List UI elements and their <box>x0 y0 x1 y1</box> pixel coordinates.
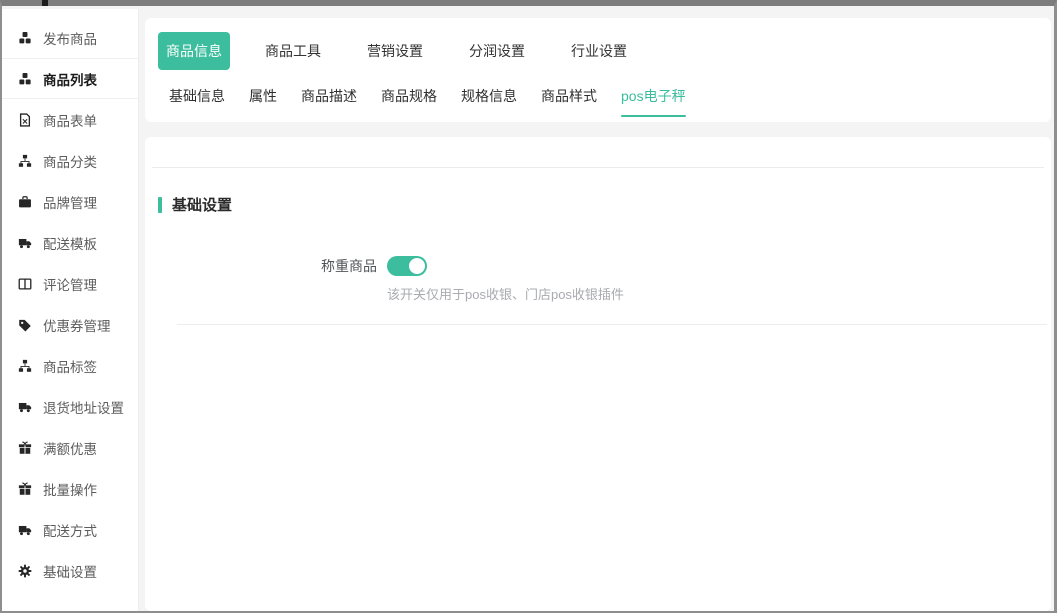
category-icon <box>17 153 33 169</box>
sidebar-item-label: 商品列表 <box>43 69 97 89</box>
sidebar-item-goods-category[interactable]: 商品分类 <box>2 140 138 181</box>
window-frame-tick <box>42 0 48 6</box>
tab-goods-info[interactable]: 商品信息 <box>158 32 230 70</box>
gift-icon <box>17 440 33 456</box>
sidebar-item-delivery-method[interactable]: 配送方式 <box>2 509 138 550</box>
sidebar-item-comment-manage[interactable]: 评论管理 <box>2 263 138 304</box>
tabs-card: 商品信息 商品工具 营销设置 分润设置 行业设置 基础信息 属性 商品描述 商品… <box>145 18 1051 122</box>
sidebar-item-coupon-manage[interactable]: 优惠券管理 <box>2 304 138 345</box>
sidebar-item-brand-manage[interactable]: 品牌管理 <box>2 181 138 222</box>
sidebar-menu: 发布商品 商品列表 商品表单 商品分类 品牌管理 配送模板 评论管理 优惠券管理… <box>2 9 138 591</box>
sidebar-item-label: 商品表单 <box>43 110 97 130</box>
tab-industry-settings[interactable]: 行业设置 <box>571 41 627 61</box>
subtab-goods-description[interactable]: 商品描述 <box>301 86 357 117</box>
main-tab-bar: 商品信息 商品工具 营销设置 分润设置 行业设置 <box>145 18 1051 70</box>
tab-goods-tools[interactable]: 商品工具 <box>265 41 321 61</box>
divider <box>177 324 1047 325</box>
sidebar-item-label: 配送方式 <box>43 520 97 540</box>
subtab-pos-scale[interactable]: pos电子秤 <box>621 86 686 117</box>
sub-tab-bar: 基础信息 属性 商品描述 商品规格 规格信息 商品样式 pos电子秤 <box>145 70 1051 117</box>
sidebar-item-goods-tag[interactable]: 商品标签 <box>2 345 138 386</box>
sidebar-item-label: 品牌管理 <box>43 192 97 212</box>
sidebar-item-return-address[interactable]: 退货地址设置 <box>2 386 138 427</box>
gear-icon <box>17 563 33 579</box>
subtab-attributes[interactable]: 属性 <box>249 86 277 117</box>
sidebar-item-label: 基础设置 <box>43 561 97 581</box>
section-accent-bar <box>158 197 162 213</box>
tag-icon <box>17 317 33 333</box>
products-icon <box>17 30 33 46</box>
sidebar-item-label: 发布商品 <box>43 28 97 48</box>
products-icon <box>17 71 33 87</box>
sidebar-item-goods-list[interactable]: 商品列表 <box>2 58 138 99</box>
file-icon <box>17 112 33 128</box>
section-header: 基础设置 <box>158 194 1051 215</box>
content-card: 基础设置 称重商品 该开关仅用于pos收银、门店pos收银插件 <box>145 137 1051 611</box>
subtab-goods-style[interactable]: 商品样式 <box>541 86 597 117</box>
sidebar-item-basic-settings[interactable]: 基础设置 <box>2 550 138 591</box>
divider <box>152 167 1044 168</box>
sidebar-item-label: 评论管理 <box>43 274 97 294</box>
category-icon <box>17 358 33 374</box>
subtab-spec-info[interactable]: 规格信息 <box>461 86 517 117</box>
sidebar-item-batch-operation[interactable]: 批量操作 <box>2 468 138 509</box>
tab-marketing-settings[interactable]: 营销设置 <box>367 41 423 61</box>
subtab-basic-info[interactable]: 基础信息 <box>169 86 225 117</box>
truck-icon <box>17 522 33 538</box>
main-area: 商品信息 商品工具 营销设置 分润设置 行业设置 基础信息 属性 商品描述 商品… <box>145 6 1053 611</box>
columns-icon <box>17 276 33 292</box>
weigh-goods-toggle[interactable] <box>387 256 427 276</box>
sidebar-item-label: 批量操作 <box>43 479 97 499</box>
sidebar-item-publish-goods[interactable]: 发布商品 <box>2 17 138 58</box>
sidebar-item-label: 满额优惠 <box>43 438 97 458</box>
toggle-knob <box>409 258 425 274</box>
truck-icon <box>17 399 33 415</box>
weigh-goods-row: 称重商品 <box>145 256 1051 276</box>
weigh-goods-helper-text: 该开关仅用于pos收银、门店pos收银插件 <box>387 284 1051 303</box>
sidebar-item-label: 优惠券管理 <box>43 315 111 335</box>
sidebar-item-label: 配送模板 <box>43 233 97 253</box>
section-title: 基础设置 <box>172 194 232 215</box>
sidebar-item-label: 商品标签 <box>43 356 97 376</box>
briefcase-icon <box>17 194 33 210</box>
sidebar-item-label: 商品分类 <box>43 151 97 171</box>
sidebar-item-delivery-template[interactable]: 配送模板 <box>2 222 138 263</box>
tab-profit-settings[interactable]: 分润设置 <box>469 41 525 61</box>
gift-icon <box>17 481 33 497</box>
weigh-goods-label: 称重商品 <box>145 256 377 276</box>
subtab-goods-spec[interactable]: 商品规格 <box>381 86 437 117</box>
sidebar: 发布商品 商品列表 商品表单 商品分类 品牌管理 配送模板 评论管理 优惠券管理… <box>2 9 139 611</box>
truck-icon <box>17 235 33 251</box>
sidebar-item-full-discount[interactable]: 满额优惠 <box>2 427 138 468</box>
sidebar-item-goods-form[interactable]: 商品表单 <box>2 99 138 140</box>
sidebar-item-label: 退货地址设置 <box>43 397 124 417</box>
